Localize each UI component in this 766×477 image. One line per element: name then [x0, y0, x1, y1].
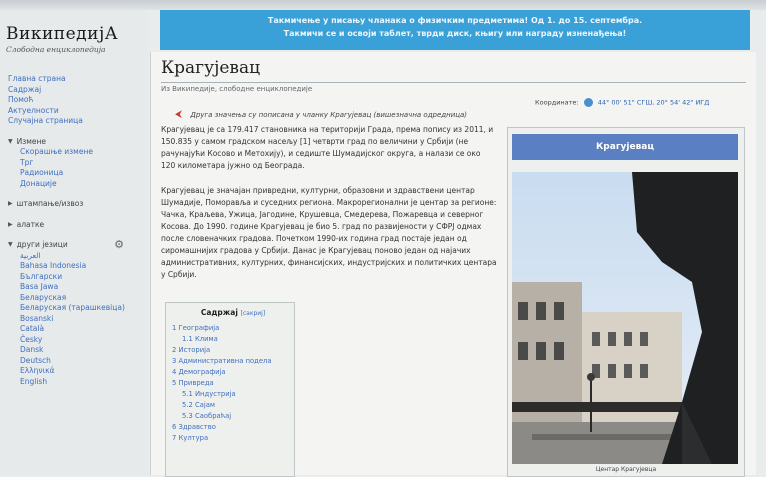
- toc-item[interactable]: 7 Култура: [172, 433, 294, 444]
- section-label: алатке: [16, 219, 45, 229]
- page-title: Крагујевац: [161, 58, 261, 78]
- toc-toggle[interactable]: [сакриј]: [241, 310, 266, 317]
- article-tagline: Из Википедије, слободне енциклопедије: [161, 85, 313, 93]
- nav-help[interactable]: Помоћ: [8, 95, 144, 106]
- lang-link[interactable]: Български: [8, 272, 144, 283]
- section-tools[interactable]: ▶ алатке: [8, 220, 144, 231]
- lang-link[interactable]: Беларуская (тарашкевіца): [8, 303, 144, 314]
- city-photo-image: [512, 172, 738, 464]
- toc-item[interactable]: 5 Привреда: [172, 378, 294, 389]
- lang-link[interactable]: Basa Jawa: [8, 282, 144, 293]
- lang-link[interactable]: Беларуская: [8, 293, 144, 304]
- article-content: Крагујевац Из Википедије, слободне енцик…: [150, 52, 756, 477]
- logo-title: ВикипедијА: [6, 24, 119, 44]
- section-edits[interactable]: ▼ Измене: [8, 137, 144, 148]
- nav-contents[interactable]: Садржај: [8, 85, 144, 96]
- article-paragraph-1: Крагујевац је са 179.417 становника на т…: [161, 125, 494, 170]
- toc-item[interactable]: 5.3 Саобраћај: [172, 411, 294, 422]
- infobox-title: Крагујевац: [512, 134, 738, 160]
- disambig-text[interactable]: Друга значења су пописана у чланку Крагу…: [190, 111, 467, 119]
- section-label: штампање/извоз: [16, 199, 84, 208]
- city-photo[interactable]: [512, 172, 738, 464]
- toc-item[interactable]: 1.1 Клима: [172, 334, 294, 345]
- lang-link[interactable]: Dansk: [8, 345, 144, 356]
- nav-news[interactable]: Актуелности: [8, 106, 144, 117]
- toc-item[interactable]: 2 Историја: [172, 345, 294, 356]
- title-divider: [161, 82, 746, 83]
- table-of-contents: Садржај [сакриј] 1 Географија 1.1 Клима …: [165, 302, 295, 477]
- nav-workshop[interactable]: Радионица: [8, 168, 144, 179]
- toc-item[interactable]: 6 Здравство: [172, 422, 294, 433]
- sidebar: ВикипедијА Слободна енциклопедија Главна…: [0, 10, 148, 475]
- disambig-arrow-icon: ⮜: [175, 109, 183, 120]
- toc-item[interactable]: 5.2 Сајам: [172, 400, 294, 411]
- toc-item[interactable]: 4 Демографија: [172, 367, 294, 378]
- section-label: други језици: [16, 240, 68, 249]
- nav-main-page[interactable]: Главна страна: [8, 74, 144, 85]
- toc-item[interactable]: 1 Географија: [172, 323, 294, 334]
- nav-village-pump[interactable]: Трг: [8, 158, 144, 169]
- lang-link[interactable]: العربية: [8, 251, 144, 262]
- disambiguation-note: ⮜ Друга значења су пописана у чланку Кра…: [175, 109, 467, 120]
- banner-line-2: Такмичи се и освоји таблет, тврди диск, …: [283, 29, 627, 38]
- section-label: Измене: [16, 136, 47, 146]
- gear-icon[interactable]: ⚙: [114, 239, 124, 251]
- logo-subtitle: Слободна енциклопедија: [6, 45, 106, 54]
- lang-link[interactable]: Deutsch: [8, 356, 144, 367]
- lang-link[interactable]: Català: [8, 324, 144, 335]
- triangle-down-icon: ▼: [8, 137, 13, 145]
- wikipedia-logo[interactable]: ВикипедијА Слободна енциклопедија: [6, 24, 142, 54]
- banner-line-1: Такмичење у писању чланака о физичким пр…: [267, 16, 643, 25]
- photo-caption: Центар Крагујевца: [595, 466, 657, 473]
- coordinates: Координате: 44° 00' 51" СГШ, 20° 54' 42"…: [535, 98, 709, 107]
- nav-donations[interactable]: Донације: [8, 179, 144, 190]
- triangle-right-icon: ▶: [8, 200, 13, 207]
- lang-link[interactable]: Bosanski: [8, 314, 144, 325]
- article-paragraph-2: Крагујевац је значајан привредни, култур…: [161, 186, 497, 279]
- browser-chrome-strip: [0, 0, 766, 10]
- toc-item[interactable]: 5.1 Индустрија: [172, 389, 294, 400]
- section-print-export[interactable]: ▶ штампање/извоз: [8, 199, 144, 210]
- coords-link[interactable]: 44° 00' 51" СГШ, 20° 54' 42" ИГД: [598, 99, 710, 107]
- edits-list: Скорашње измене Трг Радионица Донације: [8, 147, 144, 189]
- lang-link[interactable]: Česky: [8, 335, 144, 346]
- nav-random-page[interactable]: Случајна страница: [8, 116, 144, 127]
- lang-link[interactable]: English: [8, 377, 144, 388]
- globe-icon[interactable]: [583, 98, 593, 107]
- coords-label: Координате:: [535, 98, 579, 107]
- toc-item[interactable]: 3 Административна подела: [172, 356, 294, 367]
- section-languages[interactable]: ▼ други језици ⚙: [8, 239, 144, 251]
- lang-link[interactable]: Bahasa Indonesia: [8, 261, 144, 272]
- triangle-right-icon: ▶: [8, 220, 13, 228]
- toc-header: Садржај [сакриј]: [172, 307, 294, 319]
- nav-recent-changes[interactable]: Скорашње измене: [8, 147, 144, 158]
- infobox: Крагујевац Центар Крагујевца: [507, 127, 745, 477]
- sidebar-nav: Главна страна Садржај Помоћ Актуелности …: [8, 74, 144, 387]
- triangle-down-icon: ▼: [8, 241, 13, 248]
- lang-link[interactable]: Ελληνικά: [8, 366, 144, 377]
- site-notice-banner[interactable]: Такмичење у писању чланака о физичким пр…: [160, 10, 750, 50]
- languages-list: العربية Bahasa Indonesia Български Basa …: [8, 251, 144, 388]
- toc-title: Садржај: [200, 308, 238, 317]
